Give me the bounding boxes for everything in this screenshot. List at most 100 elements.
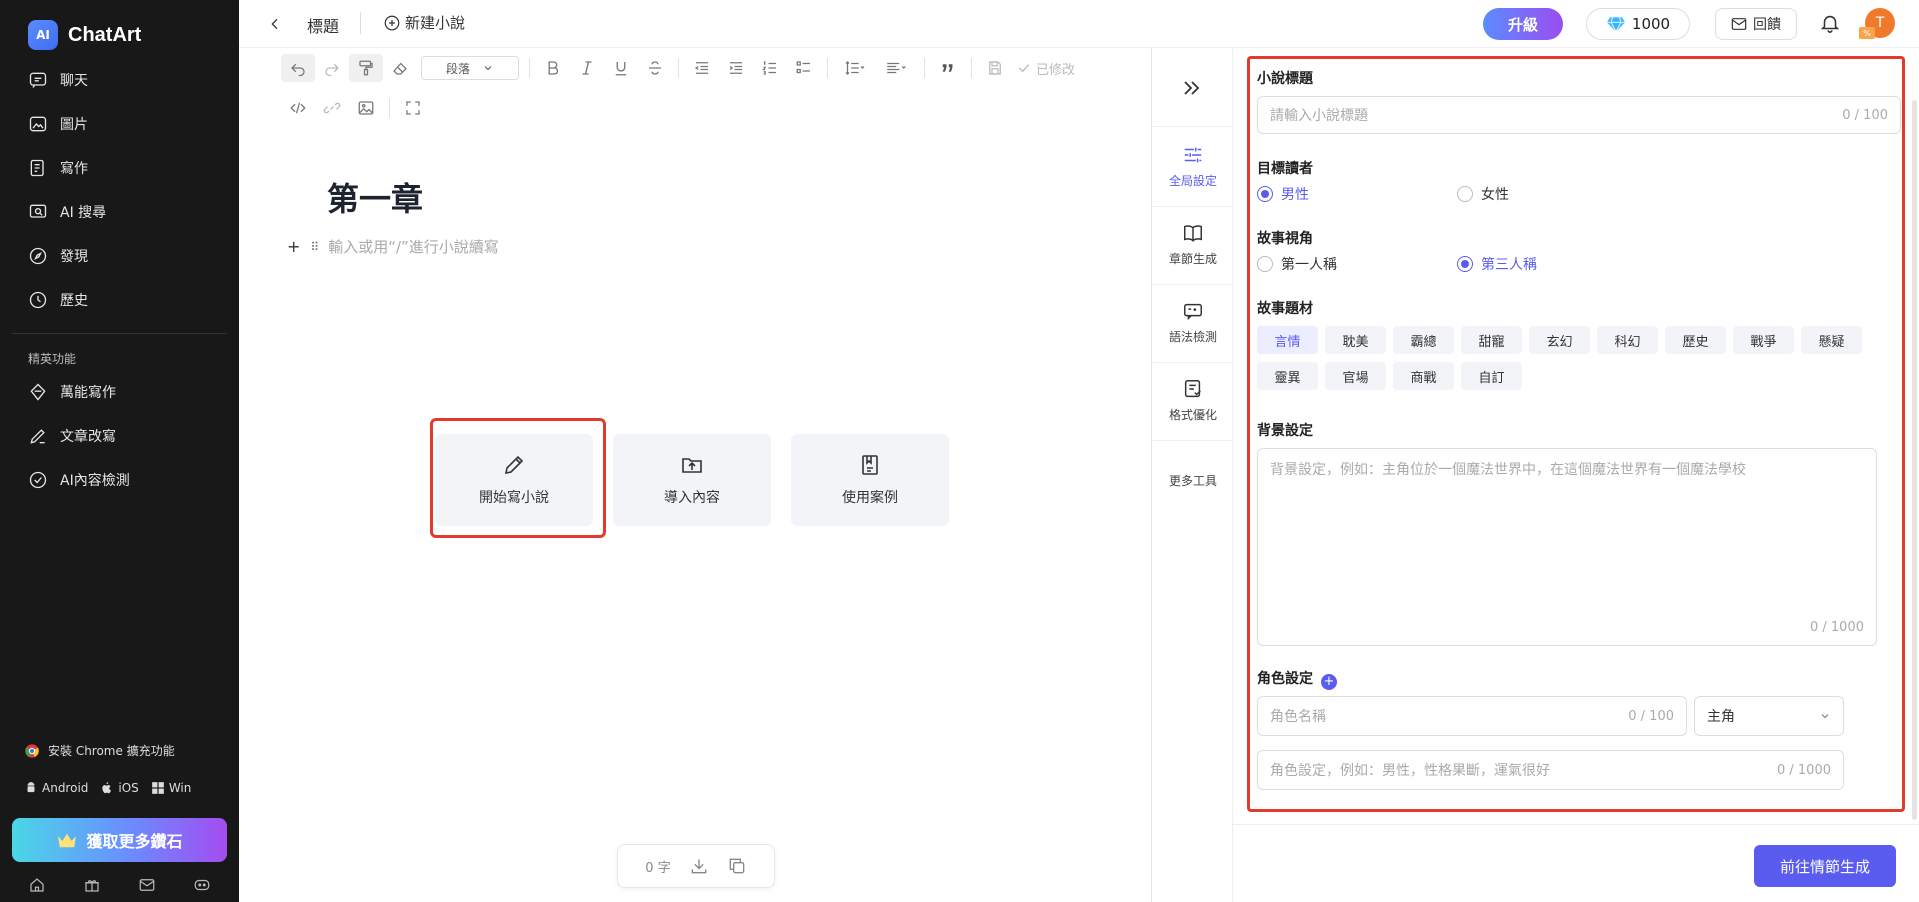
rail-item-grammar-check[interactable]: 語法檢測 — [1153, 300, 1233, 345]
pov-option-third-person[interactable]: 第三人稱 — [1457, 254, 1657, 274]
sidebar-item-write[interactable]: 寫作 — [0, 146, 239, 190]
start-writing-card[interactable]: 開始寫小說 — [435, 434, 593, 526]
genre-tag[interactable]: 靈異 — [1257, 362, 1318, 390]
character-role-select[interactable]: 主角 — [1694, 696, 1844, 736]
mail-icon[interactable] — [138, 876, 156, 894]
blockquote-button[interactable] — [931, 54, 965, 82]
drag-handle-icon[interactable]: ⠿ — [310, 240, 319, 254]
feedback-button[interactable]: 回饋 — [1715, 8, 1797, 40]
sidebar-item-image[interactable]: 圖片 — [0, 102, 239, 146]
rail-item-global-settings[interactable]: 全局設定 — [1153, 144, 1233, 189]
panel-scrollbar[interactable] — [1912, 100, 1917, 820]
platform-label: Win — [168, 781, 192, 795]
fullscreen-button[interactable] — [396, 94, 430, 122]
character-name-input[interactable]: 角色名稱 0 / 100 — [1257, 696, 1687, 736]
audience-option-female[interactable]: 女性 — [1457, 184, 1657, 204]
add-block-icon[interactable]: + — [287, 237, 300, 256]
bold-button[interactable] — [536, 54, 570, 82]
genre-tag[interactable]: 商戰 — [1393, 362, 1454, 390]
align-button[interactable] — [876, 54, 918, 82]
document-title[interactable]: 標題 — [307, 13, 339, 37]
app-logo[interactable]: AI ChatArt — [28, 20, 141, 50]
home-icon[interactable] — [28, 876, 46, 894]
genre-tag[interactable]: 科幻 — [1597, 326, 1658, 354]
genre-tag[interactable]: 耽美 — [1325, 326, 1386, 354]
insert-image-button[interactable] — [349, 94, 383, 122]
code-button[interactable] — [281, 94, 315, 122]
download-icon[interactable] — [689, 856, 709, 876]
task-list-button[interactable] — [787, 54, 821, 82]
upgrade-button[interactable]: 升級 — [1483, 8, 1563, 40]
gift-icon[interactable] — [83, 876, 101, 894]
pencil-icon — [504, 455, 524, 475]
indent-icon — [729, 62, 742, 74]
sidebar-item-history[interactable]: 歷史 — [0, 278, 239, 322]
pov-option-first-person[interactable]: 第一人稱 — [1257, 254, 1457, 274]
outdent-button[interactable] — [685, 54, 719, 82]
saved-status-label: 已修改 — [1036, 62, 1076, 78]
audience-option-male[interactable]: 男性 — [1257, 184, 1457, 204]
sidebar-item-ai-detect[interactable]: AI內容檢測 — [0, 458, 239, 502]
platform-ios[interactable]: iOS — [100, 780, 139, 796]
clear-format-button[interactable] — [383, 54, 417, 82]
strikethrough-button[interactable] — [638, 54, 672, 82]
italic-button[interactable] — [570, 54, 604, 82]
character-description-input[interactable]: 角色設定，例如：男性，性格果斷，運氣很好 0 / 1000 — [1257, 750, 1844, 790]
format-painter-button[interactable] — [349, 54, 383, 82]
character-description-placeholder: 角色設定，例如：男性，性格果斷，運氣很好 — [1270, 763, 1550, 779]
chrome-icon — [25, 743, 39, 758]
sidebar-item-discover[interactable]: 發現 — [0, 234, 239, 278]
use-cases-card[interactable]: 使用案例 — [791, 434, 949, 526]
platform-windows[interactable]: Win — [151, 781, 192, 795]
apple-icon — [102, 782, 112, 794]
discord-icon[interactable] — [193, 876, 211, 894]
genre-tag[interactable]: 甜寵 — [1461, 326, 1522, 354]
sidebar-divider — [12, 333, 227, 334]
collapse-panel-button[interactable] — [1179, 76, 1203, 100]
notification-button[interactable] — [1819, 12, 1841, 34]
import-content-card[interactable]: 導入內容 — [613, 434, 771, 526]
chapter-title[interactable]: 第一章 — [327, 174, 423, 220]
toolbar-divider — [924, 58, 925, 78]
genre-tag[interactable]: 戰爭 — [1733, 326, 1794, 354]
copy-icon[interactable] — [727, 856, 747, 876]
genre-tag[interactable]: 歷史 — [1665, 326, 1726, 354]
sidebar-item-ai-search[interactable]: AI 搜尋 — [0, 190, 239, 234]
sidebar-item-universal-writing[interactable]: 萬能寫作 — [0, 370, 239, 414]
go-to-plot-generation-button[interactable]: 前往情節生成 — [1754, 845, 1896, 887]
rail-item-more-tools[interactable]: 更多工具 — [1153, 472, 1233, 489]
install-chrome-link[interactable]: 安裝 Chrome 擴充功能 — [24, 742, 175, 759]
character-name-counter: 0 / 100 — [1628, 708, 1674, 724]
get-more-diamonds-button[interactable]: 獲取更多鑽石 — [12, 818, 227, 862]
back-button[interactable] — [263, 12, 287, 36]
genre-tag[interactable]: 霸總 — [1393, 326, 1454, 354]
sidebar-item-label: 歷史 — [60, 293, 88, 309]
save-button[interactable] — [978, 54, 1012, 82]
rail-item-chapter-generation[interactable]: 章節生成 — [1153, 222, 1233, 267]
new-novel-button[interactable]: 新建小說 — [383, 12, 465, 33]
line-height-button[interactable] — [834, 54, 876, 82]
editor-input-line[interactable]: + ⠿ 輸入或用“/”進行小說續寫 — [287, 236, 499, 257]
underline-icon — [615, 62, 627, 76]
sidebar-item-chat[interactable]: 聊天 — [0, 58, 239, 102]
genre-tag[interactable]: 玄幻 — [1529, 326, 1590, 354]
genre-tag[interactable]: 懸疑 — [1801, 326, 1862, 354]
sidebar-item-article-rewrite[interactable]: 文章改寫 — [0, 414, 239, 458]
platform-android[interactable]: Android — [24, 781, 88, 795]
add-character-icon[interactable]: + — [1321, 673, 1337, 690]
link-button[interactable] — [315, 94, 349, 122]
novel-title-input[interactable]: 請輸入小說標題 0 / 100 — [1257, 96, 1901, 134]
background-textarea[interactable]: 背景設定，例如：主角位於一個魔法世界中，在這個魔法世界有一個魔法學校 0 / 1… — [1257, 448, 1877, 646]
diamond-balance[interactable]: 1000 — [1586, 8, 1690, 40]
genre-tag[interactable]: 官場 — [1325, 362, 1386, 390]
paragraph-style-select[interactable]: 段落 — [421, 56, 519, 80]
indent-button[interactable] — [719, 54, 753, 82]
undo-button[interactable] — [281, 54, 315, 82]
genre-tag[interactable]: 自訂 — [1461, 362, 1522, 390]
platform-label: iOS — [118, 781, 139, 795]
rail-item-format-optimization[interactable]: 格式優化 — [1153, 378, 1233, 423]
redo-button[interactable] — [315, 54, 349, 82]
underline-button[interactable] — [604, 54, 638, 82]
genre-tag[interactable]: 言情 — [1257, 326, 1318, 354]
ordered-list-button[interactable] — [753, 54, 787, 82]
